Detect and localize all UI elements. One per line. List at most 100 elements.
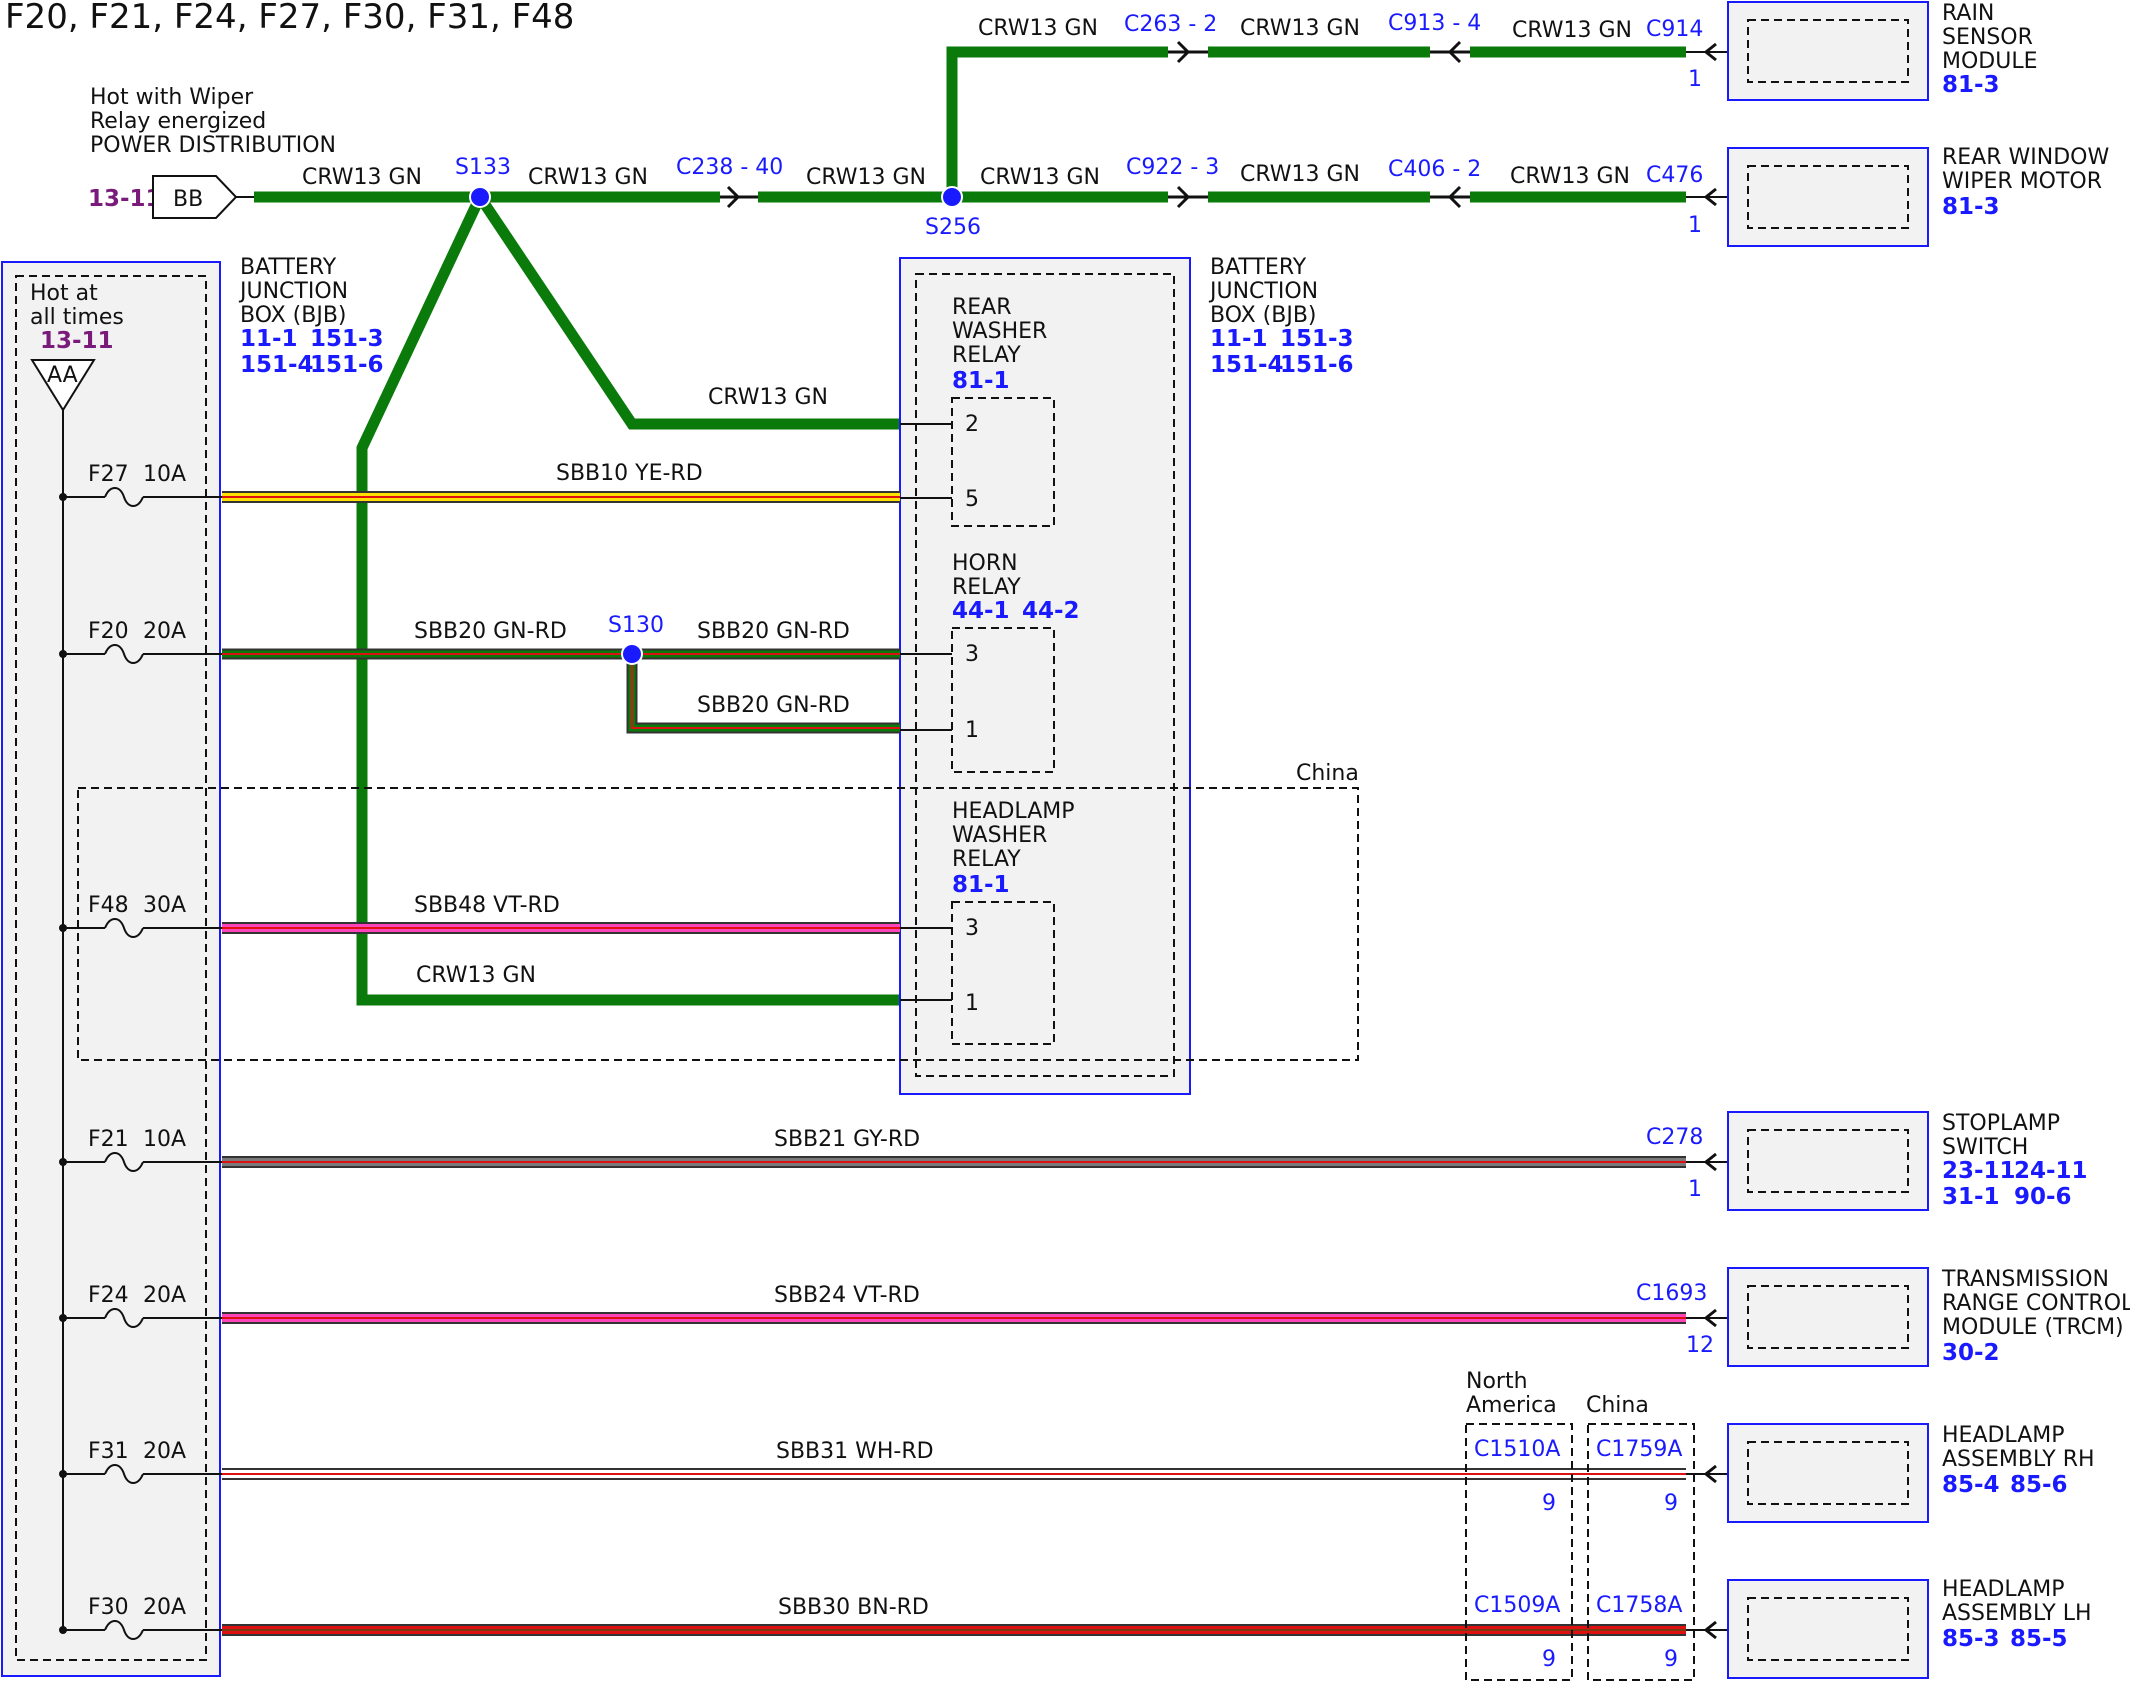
bjb-right-box xyxy=(899,257,1191,1095)
rwr-l1: REAR xyxy=(952,295,1012,320)
wire-label-s256-c922: CRW13 GN xyxy=(980,165,1100,190)
na-connector-group xyxy=(1465,1423,1573,1681)
connector-c238: C238 - 40 xyxy=(676,155,783,180)
splice-s256-label: S256 xyxy=(925,215,981,240)
wire-label-c913-c914: CRW13 GN xyxy=(1512,18,1632,43)
china-region-label: China xyxy=(1296,761,1359,786)
connector-c1509a: C1509A xyxy=(1474,1593,1560,1618)
wire-label-fuse-3: SBB21 GY-RD xyxy=(774,1127,920,1152)
connector-c263: C263 - 2 xyxy=(1124,12,1217,37)
bjb-left-name-2: JUNCTION xyxy=(238,279,348,304)
trcm-l2: RANGE CONTROL xyxy=(1942,1291,2130,1316)
connector-c278: C278 xyxy=(1646,1125,1703,1150)
bjb-left-refs-1: 11-1 151-3 xyxy=(240,326,384,352)
connector-c1758a: C1758A xyxy=(1596,1593,1682,1618)
trcm-ref: 30-2 xyxy=(1942,1340,2000,1366)
wire-label-fuse-6: SBB30 BN-RD xyxy=(778,1595,929,1620)
bjb-left-hot-ref: 13-11 xyxy=(40,328,114,354)
stoplamp-l1: STOPLAMP xyxy=(1942,1111,2060,1136)
wire-label-fuse-1: SBB20 GN-RD xyxy=(414,619,567,644)
horn-l2: RELAY xyxy=(952,575,1021,600)
bjb-left-name-1: BATTERY xyxy=(240,255,337,280)
wire-label-crw13-hlw: CRW13 GN xyxy=(416,963,536,988)
hlw-pin-a: 3 xyxy=(965,916,979,941)
hl-rh-l2: ASSEMBLY RH xyxy=(1942,1447,2095,1472)
connector-c1510a: C1510A xyxy=(1474,1437,1560,1462)
bjb-left-hot-2: all times xyxy=(30,305,124,330)
horn-l1: HORN xyxy=(952,551,1018,576)
connector-c1693: C1693 xyxy=(1636,1281,1707,1306)
wire-label-fuse-5: SBB31 WH-RD xyxy=(776,1439,934,1464)
hlw-l1: HEADLAMP xyxy=(952,799,1075,824)
hl-lh-refs: 85-3 85-5 xyxy=(1942,1626,2068,1652)
rwr-pin-b: 5 xyxy=(965,487,979,512)
connector-c1759a: C1759A xyxy=(1596,1437,1682,1462)
splice-s130-label: S130 xyxy=(608,613,664,638)
bjb-right-name-2: JUNCTION xyxy=(1208,279,1318,304)
wire-label-pd-s133: CRW13 GN xyxy=(302,165,422,190)
bjb-right-name-1: BATTERY xyxy=(1210,255,1307,280)
bjb-right-refs-1: 11-1 151-3 xyxy=(1210,326,1354,352)
wiring-diagram: F20, F21, F24, F27, F30, F31, F48 Hot wi… xyxy=(1,0,2130,1681)
wire-label-fuse-2: SBB48 VT-RD xyxy=(414,893,560,918)
hlw-l3: RELAY xyxy=(952,847,1021,872)
stoplamp-refs-2: 31-1 90-6 xyxy=(1942,1184,2072,1210)
wire-label-c238-s256: CRW13 GN xyxy=(806,165,926,190)
connector-c913: C913 - 4 xyxy=(1388,11,1481,36)
connector-c278-pin: 1 xyxy=(1688,1177,1702,1202)
wire-label-s130-down: SBB20 GN-RD xyxy=(697,693,850,718)
region-na-2: America xyxy=(1466,1393,1557,1418)
bjb-right-name-3: BOX (BJB) xyxy=(1210,303,1317,328)
connector-c476-pin: 1 xyxy=(1688,213,1702,238)
horn-pin-a: 3 xyxy=(965,642,979,667)
region-china-2: China xyxy=(1586,1393,1649,1418)
power-dist-ref: 13-11 xyxy=(88,186,162,212)
rain-sensor-l1: RAIN xyxy=(1942,1,1994,26)
bjb-left-name-3: BOX (BJB) xyxy=(240,303,347,328)
hl-lh-l2: ASSEMBLY LH xyxy=(1942,1601,2092,1626)
bjb-right-refs-2: 151-4151-6 xyxy=(1210,352,1354,378)
wire-label-fuse-0: SBB10 YE-RD xyxy=(556,461,703,486)
hl-rh-refs: 85-4 85-6 xyxy=(1942,1472,2068,1498)
trcm-l1: TRANSMISSION xyxy=(1941,1267,2109,1292)
wire-label-s256-up: CRW13 GN xyxy=(978,16,1098,41)
region-na-1: North xyxy=(1466,1369,1528,1394)
hl-rh-l1: HEADLAMP xyxy=(1942,1423,2065,1448)
stoplamp-l2: SWITCH xyxy=(1942,1135,2028,1160)
rear-wiper-motor-l2: WIPER MOTOR xyxy=(1942,169,2102,194)
headlamp-lh-box xyxy=(1727,1579,1929,1679)
wire-label-s130-r: SBB20 GN-RD xyxy=(697,619,850,644)
connector-c1510a-pin: 9 xyxy=(1542,1491,1556,1516)
trcm-l3: MODULE (TRCM) xyxy=(1942,1315,2124,1340)
stoplamp-switch-box xyxy=(1727,1111,1929,1211)
connector-c914-pin: 1 xyxy=(1688,67,1702,92)
trcm-box xyxy=(1727,1267,1929,1367)
wire-label-c406-c476: CRW13 GN xyxy=(1510,164,1630,189)
rwr-l2: WASHER xyxy=(952,319,1047,344)
wire-label-fuse-4: SBB24 VT-RD xyxy=(774,1283,920,1308)
connector-c406: C406 - 2 xyxy=(1388,157,1481,182)
bjb-left-refs-2: 151-4151-6 xyxy=(240,352,384,378)
china-connector-group xyxy=(1587,1423,1695,1681)
bjb-left-hot-1: Hot at xyxy=(30,281,98,306)
splice-s256 xyxy=(941,186,963,208)
connector-c476: C476 xyxy=(1646,163,1703,188)
wire-label-s133-rwr: CRW13 GN xyxy=(708,385,828,410)
power-dist-label-2: Relay energized xyxy=(90,109,266,134)
rear-wiper-motor-l1: REAR WINDOW xyxy=(1942,145,2109,170)
rwr-ref: 81-1 xyxy=(952,368,1010,394)
rwr-pin-a: 2 xyxy=(965,412,979,437)
connector-c1509a-pin: 9 xyxy=(1542,1647,1556,1672)
diagram-title: F20, F21, F24, F27, F30, F31, F48 xyxy=(5,0,574,37)
rain-sensor-box xyxy=(1727,1,1929,101)
splice-s133 xyxy=(469,186,491,208)
rain-sensor-l3: MODULE xyxy=(1942,49,2038,74)
wire-label-s133-c238: CRW13 GN xyxy=(528,165,648,190)
connector-c1758a-pin: 9 xyxy=(1664,1647,1678,1672)
connector-c1759a-pin: 9 xyxy=(1664,1491,1678,1516)
power-dist-label-1: Hot with Wiper xyxy=(90,85,254,110)
headlamp-rh-box xyxy=(1727,1423,1929,1523)
splice-s133-label: S133 xyxy=(455,155,511,180)
splice-s130 xyxy=(621,643,643,665)
bus-aa-label: AA xyxy=(47,363,78,388)
